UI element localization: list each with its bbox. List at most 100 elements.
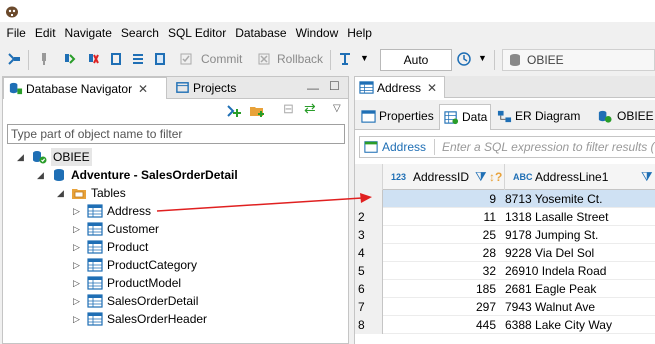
close-icon[interactable]: ✕ (427, 77, 437, 99)
cell-addressline1[interactable]: 9228 Via Del Sol (505, 244, 655, 262)
transaction-mode-icon[interactable] (108, 51, 124, 67)
menu-edit[interactable]: Edit (30, 22, 60, 44)
pending-transactions-icon[interactable] (152, 51, 168, 67)
subtab-data[interactable]: Data (439, 104, 491, 130)
subtab-properties-label: Properties (379, 109, 434, 123)
cell-addressid[interactable]: 445 (383, 316, 500, 334)
table-row[interactable]: 2 11 1318 Lasalle Street (355, 208, 655, 226)
minimize-icon[interactable]: — (307, 81, 319, 95)
format-sql-icon[interactable] (337, 51, 353, 67)
menu-window[interactable]: Window (291, 22, 343, 44)
cell-addressline1[interactable]: 1318 Lasalle Street (505, 208, 655, 226)
transaction-log-icon[interactable] (130, 51, 146, 67)
menu-help[interactable]: Help (343, 22, 377, 44)
view-menu-icon[interactable]: ▽ (333, 103, 341, 114)
collapse-all-icon[interactable]: ⊟ (283, 101, 294, 117)
tree-node-table[interactable]: ▷ Address (73, 202, 273, 220)
disconnect-icon[interactable] (84, 51, 100, 67)
menu-search[interactable]: Search (116, 22, 163, 44)
subtab-er-diagram[interactable]: ER Diagram (493, 104, 583, 130)
tree-node-tables-folder[interactable]: ◢ Tables (57, 184, 207, 202)
expanded-arrow-icon[interactable]: ◢ (57, 184, 64, 202)
menu-sql-editor[interactable]: SQL Editor (163, 22, 230, 44)
column-header-addressline1[interactable]: ABC AddressLine1 ⧩ (505, 164, 655, 190)
table-row[interactable]: 6 185 2681 Eagle Peak (355, 280, 655, 298)
link-with-editor-icon[interactable]: ⇄ (304, 100, 316, 117)
collapsed-arrow-icon[interactable]: ▷ (73, 202, 80, 220)
string-type-icon: ABC (513, 172, 533, 182)
collapsed-arrow-icon[interactable]: ▷ (73, 292, 80, 310)
collapsed-arrow-icon[interactable]: ▷ (73, 238, 80, 256)
close-icon[interactable]: ✕ (138, 78, 148, 100)
menu-file[interactable]: File (2, 22, 30, 44)
rollback-button[interactable]: Rollback (277, 52, 323, 66)
column-filter-icon[interactable]: ⧩ (641, 164, 653, 190)
table-row[interactable]: 7 297 7943 Walnut Ave (355, 298, 655, 316)
sql-filter-bar[interactable]: Address Enter a SQL expression to filter… (359, 136, 655, 158)
cell-addressid[interactable]: 297 (383, 298, 500, 316)
column-header-addressid[interactable]: 123 AddressID ⧩ ↕? (383, 164, 505, 190)
table-row[interactable]: 5 32 26910 Indela Road (355, 262, 655, 280)
cell-addressline1[interactable]: 6388 Lake City Way (505, 316, 655, 334)
table-row[interactable]: 4 28 9228 Via Del Sol (355, 244, 655, 262)
tab-editor-address[interactable]: Address ✕ (355, 76, 445, 98)
subtab-er-diagram-label: ER Diagram (515, 109, 581, 123)
tree-node-table[interactable]: ▷ SalesOrderHeader (73, 310, 273, 328)
collapsed-arrow-icon[interactable]: ▷ (73, 256, 80, 274)
title-bar (0, 0, 655, 22)
reconnect-icon[interactable] (60, 51, 76, 67)
cell-addressline1[interactable]: 7943 Walnut Ave (505, 298, 655, 316)
cell-addressline1[interactable]: 8713 Yosemite Ct. (505, 190, 655, 208)
tab-database-navigator[interactable]: Database Navigator ✕ (3, 77, 167, 99)
new-folder-icon[interactable] (249, 103, 265, 119)
column-sort-icon[interactable]: ↕? (489, 164, 502, 190)
tree-node-connection[interactable]: ◢ Adventure - SalesOrderDetail (37, 166, 287, 184)
rollback-icon[interactable] (256, 51, 272, 67)
history-icon[interactable] (456, 51, 472, 67)
column-filter-icon[interactable]: ⧩ (475, 164, 487, 190)
cell-addressid[interactable]: 9 (383, 190, 500, 208)
table-row[interactable]: 8 445 6388 Lake City Way (355, 316, 655, 334)
tree-node-table[interactable]: ▷ ProductModel (73, 274, 273, 292)
expanded-arrow-icon[interactable]: ◢ (17, 148, 24, 166)
tab-projects[interactable]: Projects (171, 77, 267, 99)
tree-node-table[interactable]: ▷ Customer (73, 220, 273, 238)
menu-database[interactable]: Database (231, 22, 291, 44)
connection-icon (54, 169, 64, 181)
cell-addressid[interactable]: 32 (383, 262, 500, 280)
cell-addressid[interactable]: 28 (383, 244, 500, 262)
active-datasource-combo[interactable]: OBIEE (502, 49, 655, 71)
menu-navigate[interactable]: Navigate (60, 22, 116, 44)
transaction-mode-combo[interactable]: Auto (380, 49, 452, 71)
subtab-properties[interactable]: Properties (357, 104, 437, 130)
commit-icon[interactable] (178, 51, 194, 67)
table-icon (364, 141, 378, 153)
table-row[interactable]: 3 25 9178 Jumping St. (355, 226, 655, 244)
tree-node-obiee[interactable]: ◢ OBIEE (17, 148, 217, 166)
tree-label-connection: Adventure - SalesOrderDetail (71, 168, 238, 182)
maximize-icon[interactable]: ☐ (329, 79, 340, 93)
commit-button[interactable]: Commit (201, 52, 242, 66)
new-connection-plus-icon[interactable] (226, 103, 242, 119)
sql-filter-placeholder: Enter a SQL expression to filter results… (442, 140, 655, 154)
collapsed-arrow-icon[interactable]: ▷ (73, 310, 80, 328)
cell-addressid[interactable]: 185 (383, 280, 500, 298)
connect-icon[interactable] (36, 51, 52, 67)
table-row[interactable]: 9 8713 Yosemite Ct. (355, 190, 655, 208)
tree-node-table[interactable]: ▷ SalesOrderDetail (73, 292, 273, 310)
collapsed-arrow-icon[interactable]: ▷ (73, 274, 80, 292)
cell-addressid[interactable]: 11 (383, 208, 500, 226)
tree-node-table[interactable]: ▷ Product (73, 238, 273, 256)
cell-addressline1[interactable]: 2681 Eagle Peak (505, 280, 655, 298)
collapsed-arrow-icon[interactable]: ▷ (73, 220, 80, 238)
format-dropdown-arrow[interactable]: ▼ (360, 53, 369, 63)
subtab-obiee[interactable]: OBIEE (591, 104, 655, 130)
history-dropdown-arrow[interactable]: ▼ (478, 53, 487, 63)
new-connection-icon[interactable] (6, 51, 22, 67)
expanded-arrow-icon[interactable]: ◢ (37, 166, 44, 184)
tree-node-table[interactable]: ▷ ProductCategory (73, 256, 273, 274)
cell-addressline1[interactable]: 9178 Jumping St. (505, 226, 655, 244)
cell-addressid[interactable]: 25 (383, 226, 500, 244)
navigator-filter-input[interactable] (7, 124, 345, 144)
cell-addressline1[interactable]: 26910 Indela Road (505, 262, 655, 280)
